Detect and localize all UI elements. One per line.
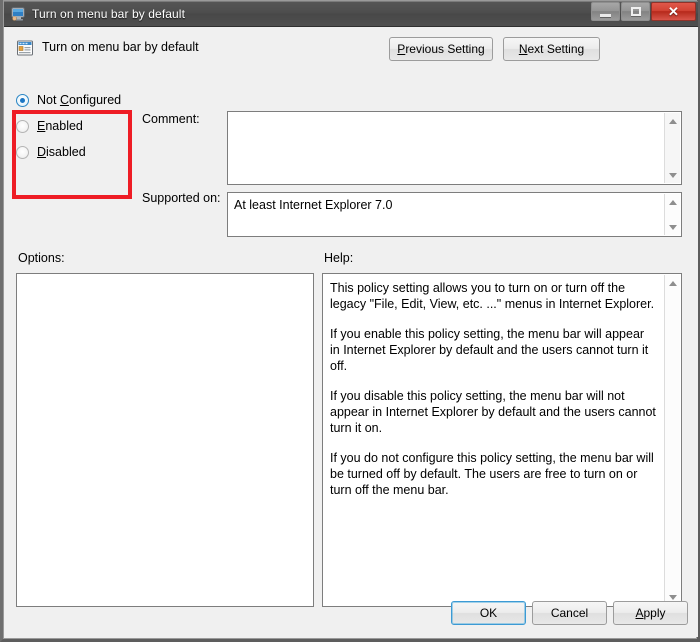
window-frame: Turn on menu bar by default ✕ Turn on me… — [3, 0, 698, 639]
maximize-button[interactable] — [621, 2, 650, 21]
scroll-up-icon[interactable] — [665, 275, 681, 291]
maximize-icon — [630, 7, 641, 16]
dialog-client-area: Turn on menu bar by default Previous Set… — [4, 27, 698, 637]
help-paragraph: If you disable this policy setting, the … — [330, 389, 656, 435]
policy-title: Turn on menu bar by default — [42, 40, 199, 54]
ok-button[interactable]: OK — [451, 601, 526, 625]
group-policy-setting-dialog: Turn on menu bar by default ✕ Turn on me… — [0, 0, 700, 642]
scroll-up-icon[interactable] — [665, 194, 681, 210]
close-icon: ✕ — [668, 4, 679, 19]
radio-button-icon — [16, 119, 29, 133]
scroll-down-icon[interactable] — [665, 167, 681, 183]
policy-setting-icon — [16, 39, 34, 57]
cancel-label: Cancel — [550, 606, 589, 620]
help-paragraph: If you enable this policy setting, the m… — [330, 327, 649, 373]
radio-not-configured[interactable]: Not Configured — [16, 87, 136, 113]
ok-label: OK — [479, 606, 498, 620]
computer-monitor-icon — [10, 6, 26, 22]
next-setting-button[interactable]: Next Setting — [503, 37, 600, 61]
comment-input[interactable] — [228, 112, 681, 184]
close-button[interactable]: ✕ — [651, 2, 696, 21]
radio-button-icon — [16, 145, 29, 159]
help-scrollbar[interactable] — [664, 275, 680, 605]
comment-label: Comment: — [142, 112, 200, 126]
next-setting-label: Next Setting — [518, 42, 585, 56]
window-controls: ✕ — [590, 2, 696, 21]
cancel-button[interactable]: Cancel — [532, 601, 607, 625]
supported-on-textbox: At least Internet Explorer 7.0 — [227, 192, 682, 237]
help-panel: This policy setting allows you to turn o… — [322, 273, 682, 607]
apply-label: Apply — [635, 606, 666, 620]
radio-enabled[interactable]: Enabled — [16, 113, 136, 139]
apply-button[interactable]: Apply — [613, 601, 688, 625]
supported-on-value: At least Internet Explorer 7.0 — [234, 198, 393, 212]
previous-setting-label: Previous Setting — [397, 42, 485, 56]
title-bar[interactable]: Turn on menu bar by default ✕ — [4, 1, 698, 27]
scroll-down-icon[interactable] — [665, 219, 681, 235]
comment-textbox[interactable] — [227, 111, 682, 185]
supported-on-label: Supported on: — [142, 191, 221, 205]
radio-button-icon — [16, 93, 29, 107]
minimize-icon — [600, 13, 611, 17]
radio-disabled[interactable]: Disabled — [16, 139, 136, 165]
radio-disabled-label: Disabled — [37, 145, 86, 159]
policy-header: Turn on menu bar by default Previous Set… — [14, 35, 690, 71]
help-text: This policy setting allows you to turn o… — [323, 274, 664, 606]
window-title: Turn on menu bar by default — [32, 6, 186, 21]
supported-scrollbar[interactable] — [664, 194, 680, 235]
minimize-button[interactable] — [591, 2, 620, 21]
dialog-footer: OK Cancel Apply — [4, 591, 698, 637]
state-radio-group: Not Configured Enabled Disabled — [16, 87, 136, 165]
options-label: Options: — [18, 251, 65, 265]
help-paragraph: This policy setting allows you to turn o… — [330, 281, 655, 311]
radio-not-configured-label: Not Configured — [37, 93, 122, 107]
help-paragraph: If you do not configure this policy sett… — [330, 451, 654, 497]
radio-enabled-label: Enabled — [37, 119, 83, 133]
comment-scrollbar[interactable] — [664, 113, 680, 183]
scroll-up-icon[interactable] — [665, 113, 681, 129]
options-panel[interactable] — [16, 273, 314, 607]
previous-setting-button[interactable]: Previous Setting — [389, 37, 493, 61]
help-label: Help: — [324, 251, 354, 265]
